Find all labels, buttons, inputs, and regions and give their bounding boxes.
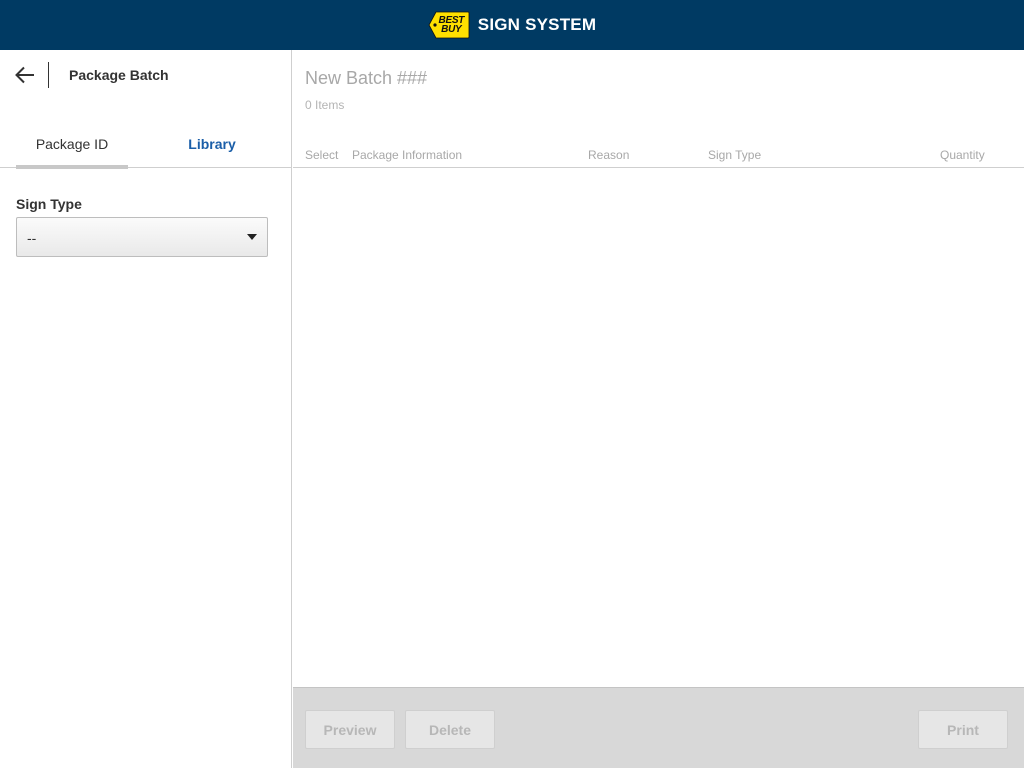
back-arrow-icon [15, 66, 34, 84]
column-header-reason: Reason [588, 148, 630, 162]
column-header-package-information: Package Information [352, 148, 463, 162]
batch-panel: New Batch ### 0 Items Select Package Inf… [293, 50, 1024, 768]
preview-button[interactable]: Preview [305, 710, 395, 749]
action-bar: Preview Delete Print [293, 687, 1024, 768]
sign-type-label: Sign Type [16, 196, 82, 212]
brand: BEST BUY SIGN SYSTEM [428, 11, 596, 39]
sign-type-selected-value: -- [27, 230, 37, 246]
table-header: Select Package Information Reason Sign T… [293, 140, 1024, 168]
sidebar-header: Package Batch [0, 50, 292, 100]
app-header: BEST BUY SIGN SYSTEM [0, 0, 1024, 50]
print-button[interactable]: Print [918, 710, 1008, 749]
batch-title: New Batch ### [305, 68, 428, 88]
tab-package-id[interactable]: Package ID [16, 120, 128, 169]
column-header-select: Select [305, 148, 339, 162]
page-title: Package Batch [69, 67, 169, 83]
sidebar: Package Batch Package ID Library Sign Ty… [0, 50, 292, 768]
item-count: 0 Items [305, 98, 345, 112]
tab-bar: Package ID Library [0, 120, 292, 169]
app-title: SIGN SYSTEM [477, 15, 597, 34]
column-header-quantity: Quantity [940, 148, 985, 162]
logo-text-bottom: BUY [441, 24, 462, 35]
caret-down-icon [247, 234, 257, 240]
column-header-sign-type: Sign Type [708, 148, 762, 162]
delete-button[interactable]: Delete [405, 710, 495, 749]
sign-type-select[interactable]: -- [16, 217, 268, 257]
tab-library[interactable]: Library [156, 120, 268, 168]
back-button[interactable] [12, 62, 38, 88]
batch-item-list [293, 168, 1024, 688]
divider [48, 62, 49, 88]
best-buy-logo: BEST BUY [428, 11, 470, 39]
